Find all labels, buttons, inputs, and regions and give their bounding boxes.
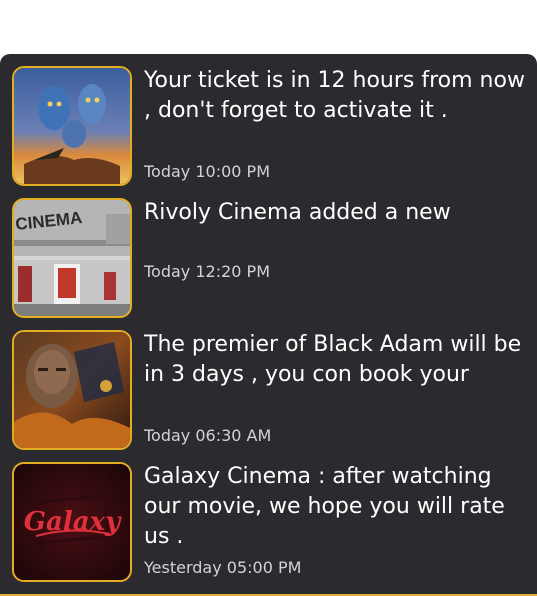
notification-time: Today 10:00 PM (144, 162, 271, 181)
notification-message: The premier of Black Adam will be in 3 d… (144, 332, 522, 387)
notification-item[interactable]: Galaxy Galaxy Cinema : after watching ou… (12, 462, 532, 582)
avatar-poster-thumbnail (12, 66, 132, 186)
notification-time: Yesterday 05:00 PM (144, 558, 302, 577)
notification-item[interactable]: CINEMA Rivoly Cinema added a new Today 1… (12, 198, 532, 318)
notification-time: Today 06:30 AM (144, 426, 272, 445)
black-adam-poster-thumbnail (12, 330, 132, 450)
notification-time: Today 12:20 PM (144, 262, 271, 281)
notification-item[interactable]: The premier of Black Adam will be in 3 d… (12, 330, 532, 450)
notifications-panel: Your ticket is in 12 hours from now , do… (0, 54, 537, 596)
notification-item[interactable]: Your ticket is in 12 hours from now , do… (12, 66, 532, 186)
notification-message: Galaxy Cinema : after watching our movie… (144, 464, 505, 549)
galaxy-logo-thumbnail: Galaxy (12, 462, 132, 582)
notification-message: Rivoly Cinema added a new (144, 200, 451, 225)
cinema-building-thumbnail: CINEMA (12, 198, 132, 318)
notification-message: Your ticket is in 12 hours from now , do… (144, 68, 525, 123)
